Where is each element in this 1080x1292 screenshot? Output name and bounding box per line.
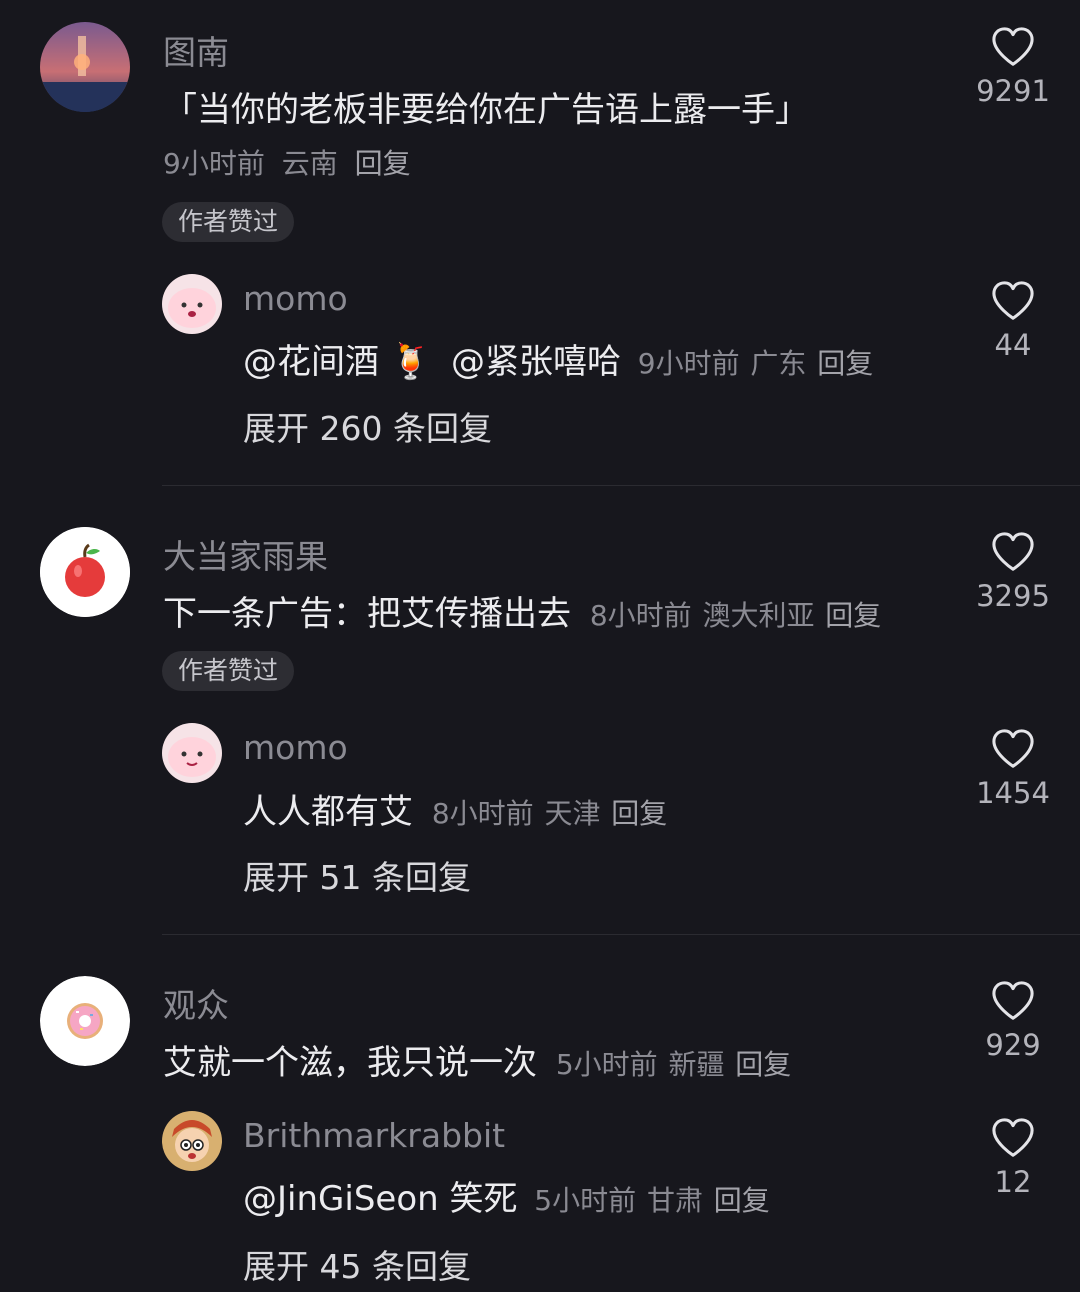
divider	[162, 934, 1080, 935]
like-button[interactable]: 929	[943, 980, 1080, 1062]
like-count: 3295	[976, 579, 1050, 613]
like-button[interactable]: 44	[943, 280, 1080, 362]
comment-username[interactable]: 图南	[163, 26, 229, 74]
comment-text: 艾就一个滋，我只说一次 5小时前 新疆 回复	[163, 1035, 791, 1084]
like-count: 1454	[976, 776, 1050, 810]
reply-username[interactable]: momo	[243, 728, 348, 767]
reply-button[interactable]: 回复	[735, 1048, 791, 1081]
reply-button[interactable]: 回复	[817, 347, 873, 380]
like-count: 9291	[976, 74, 1050, 108]
reply-button[interactable]: 回复	[714, 1184, 770, 1217]
mention-link[interactable]: @紧张嘻哈	[451, 342, 621, 382]
comment-text: 下一条广告：把艾传播出去 8小时前 澳大利亚 回复	[163, 586, 881, 635]
comment-location: 新疆	[668, 1048, 725, 1081]
reply-button[interactable]: 回复	[355, 147, 411, 180]
like-button[interactable]: 3295	[943, 531, 1080, 613]
comment-time: 5小时前	[555, 1048, 658, 1081]
heart-outline-icon[interactable]	[990, 531, 1036, 573]
reply-time: 8小时前	[431, 797, 534, 830]
comment-time: 9小时前	[163, 147, 265, 180]
author-liked-badge: 作者赞过	[162, 202, 295, 242]
comment-time: 8小时前	[589, 599, 692, 632]
reply-location: 广东	[750, 347, 807, 380]
author-liked-badge: 作者赞过	[162, 651, 295, 691]
comment-location: 云南	[281, 147, 338, 180]
heart-outline-icon[interactable]	[990, 26, 1036, 68]
like-count: 929	[985, 1028, 1041, 1062]
like-button[interactable]: 1454	[943, 728, 1080, 810]
reply-location: 天津	[544, 797, 601, 830]
comment-body: 下一条广告：把艾传播出去	[163, 594, 571, 634]
heart-outline-icon[interactable]	[990, 1117, 1036, 1159]
like-button[interactable]: 9291	[943, 26, 1080, 108]
reply-text: @花间酒 🍹 @紧张嘻哈 9小时前 广东 回复	[243, 334, 873, 383]
reply-text: 人人都有艾 8小时前 天津 回复	[243, 784, 667, 833]
like-button[interactable]: 12	[943, 1117, 1080, 1199]
comment-text: 「当你的老板非要给你在广告语上露一手」	[163, 90, 809, 130]
reply-button[interactable]: 回复	[611, 797, 667, 830]
reply-avatar[interactable]	[162, 274, 222, 334]
reply-body: 人人都有艾	[243, 792, 413, 832]
expand-replies-button[interactable]: 展开 260 条回复	[243, 402, 492, 450]
comment-username[interactable]: 观众	[163, 979, 229, 1027]
avatar[interactable]	[40, 976, 130, 1066]
comment-location: 澳大利亚	[702, 599, 815, 632]
mention-link[interactable]: @JinGiSeon	[243, 1179, 439, 1219]
heart-outline-icon[interactable]	[990, 280, 1036, 322]
reply-username[interactable]: Brithmarkrabbit	[243, 1116, 505, 1155]
like-count: 44	[994, 328, 1032, 362]
heart-outline-icon[interactable]	[990, 728, 1036, 770]
reply-avatar[interactable]	[162, 723, 222, 783]
comment-body: 艾就一个滋，我只说一次	[163, 1043, 537, 1083]
reply-button[interactable]: 回复	[825, 599, 881, 632]
cocktail-emoji: 🍹	[389, 342, 433, 382]
avatar[interactable]	[40, 22, 130, 112]
expand-replies-button[interactable]: 展开 51 条回复	[243, 851, 471, 899]
comment-username[interactable]: 大当家雨果	[163, 530, 328, 578]
mention-link[interactable]: @花间酒	[243, 342, 379, 382]
divider	[162, 485, 1080, 486]
expand-replies-button[interactable]: 展开 45 条回复	[243, 1240, 471, 1288]
reply-location: 甘肃	[646, 1184, 703, 1217]
like-count: 12	[994, 1165, 1032, 1199]
reply-username[interactable]: momo	[243, 279, 348, 318]
reply-text: @JinGiSeon 笑死 5小时前 甘肃 回复	[243, 1171, 770, 1220]
reply-time: 5小时前	[534, 1184, 637, 1217]
comment-meta: 9小时前 云南 回复	[163, 142, 419, 182]
heart-outline-icon[interactable]	[990, 980, 1036, 1022]
reply-body: 笑死	[449, 1179, 518, 1219]
reply-avatar[interactable]	[162, 1111, 222, 1171]
reply-time: 9小时前	[637, 347, 740, 380]
avatar[interactable]	[40, 527, 130, 617]
